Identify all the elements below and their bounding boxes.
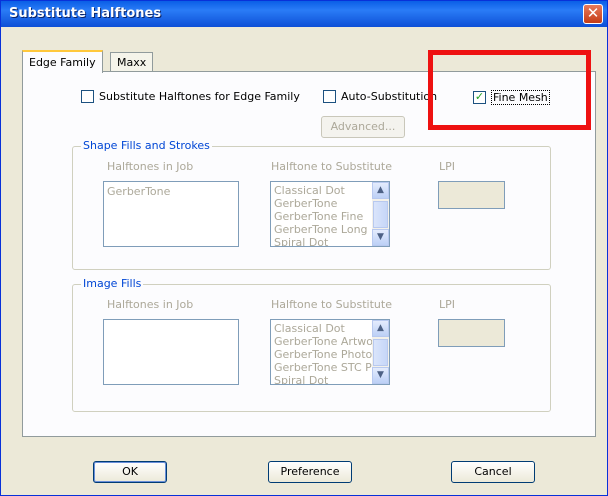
lpi-label: LPI bbox=[439, 160, 456, 173]
substitute-halftones-dialog: Substitute Halftones ✕ Edge Family Maxx … bbox=[0, 0, 608, 496]
scroll-down-icon[interactable]: ▼ bbox=[372, 229, 389, 246]
tab-maxx[interactable]: Maxx bbox=[110, 52, 154, 71]
preference-button-label: Preference bbox=[280, 465, 340, 478]
scroll-down-icon[interactable]: ▼ bbox=[372, 367, 389, 384]
title-bar[interactable]: Substitute Halftones ✕ bbox=[1, 1, 607, 27]
shape-fills-group: Shape Fills and Strokes Halftones in Job… bbox=[72, 139, 551, 270]
window-title: Substitute Halftones bbox=[9, 6, 162, 21]
substitute-halftones-label: Substitute Halftones for Edge Family bbox=[99, 90, 300, 103]
fine-mesh-label: Fine Mesh bbox=[491, 90, 550, 105]
auto-substitution-checkbox[interactable] bbox=[323, 90, 336, 103]
substitute-halftones-checkbox-row[interactable]: Substitute Halftones for Edge Family bbox=[81, 90, 300, 103]
edge-family-panel: Substitute Halftones for Edge Family Aut… bbox=[22, 71, 596, 437]
cancel-button-label: Cancel bbox=[474, 465, 512, 478]
scroll-up-icon[interactable]: ▲ bbox=[372, 320, 389, 337]
ok-button-label: OK bbox=[122, 465, 138, 478]
ok-button[interactable]: OK bbox=[93, 461, 167, 483]
image-job-listbox[interactable] bbox=[103, 319, 239, 385]
fine-mesh-checkbox[interactable]: ✓ bbox=[473, 91, 486, 104]
shape-job-listbox[interactable]: GerberTone bbox=[103, 181, 239, 247]
image-fills-legend: Image Fills bbox=[81, 277, 144, 290]
advanced-button-label: Advanced... bbox=[330, 120, 396, 133]
scroll-thumb[interactable] bbox=[373, 201, 388, 228]
shape-substitute-listbox[interactable]: Classical Dot GerberTone GerberTone Fine… bbox=[270, 181, 390, 247]
image-substitute-listbox[interactable]: Classical Dot GerberTone Artwork GerberT… bbox=[270, 319, 390, 385]
auto-substitution-checkbox-row[interactable]: Auto-Substitution bbox=[323, 90, 437, 103]
scroll-up-icon[interactable]: ▲ bbox=[372, 182, 389, 199]
scrollbar[interactable]: ▲ ▼ bbox=[372, 182, 389, 246]
tab-edge-family[interactable]: Edge Family bbox=[22, 50, 103, 73]
auto-substitution-label: Auto-Substitution bbox=[341, 90, 438, 103]
shape-lpi-field[interactable] bbox=[438, 181, 505, 209]
halftones-in-job-label: Halftones in Job bbox=[107, 160, 194, 173]
halftone-to-substitute-label: Halftone to Substitute bbox=[271, 298, 392, 311]
halftone-to-substitute-label: Halftone to Substitute bbox=[271, 160, 392, 173]
checkmark-icon: ✓ bbox=[474, 90, 485, 103]
lpi-label: LPI bbox=[439, 298, 456, 311]
advanced-button[interactable]: Advanced... bbox=[321, 116, 405, 138]
preference-button[interactable]: Preference bbox=[268, 461, 352, 483]
image-fills-group: Image Fills Halftones in Job Halftone to… bbox=[72, 277, 551, 412]
close-icon[interactable]: ✕ bbox=[583, 4, 603, 24]
scrollbar[interactable]: ▲ ▼ bbox=[372, 320, 389, 384]
halftones-in-job-label: Halftones in Job bbox=[107, 298, 194, 311]
image-lpi-field[interactable] bbox=[438, 319, 505, 347]
cancel-button[interactable]: Cancel bbox=[451, 461, 535, 483]
shape-fills-legend: Shape Fills and Strokes bbox=[81, 139, 212, 152]
scroll-thumb[interactable] bbox=[373, 339, 388, 366]
fine-mesh-checkbox-row[interactable]: ✓ Fine Mesh bbox=[473, 90, 550, 105]
list-item[interactable]: GerberTone bbox=[104, 182, 238, 198]
substitute-halftones-checkbox[interactable] bbox=[81, 90, 94, 103]
